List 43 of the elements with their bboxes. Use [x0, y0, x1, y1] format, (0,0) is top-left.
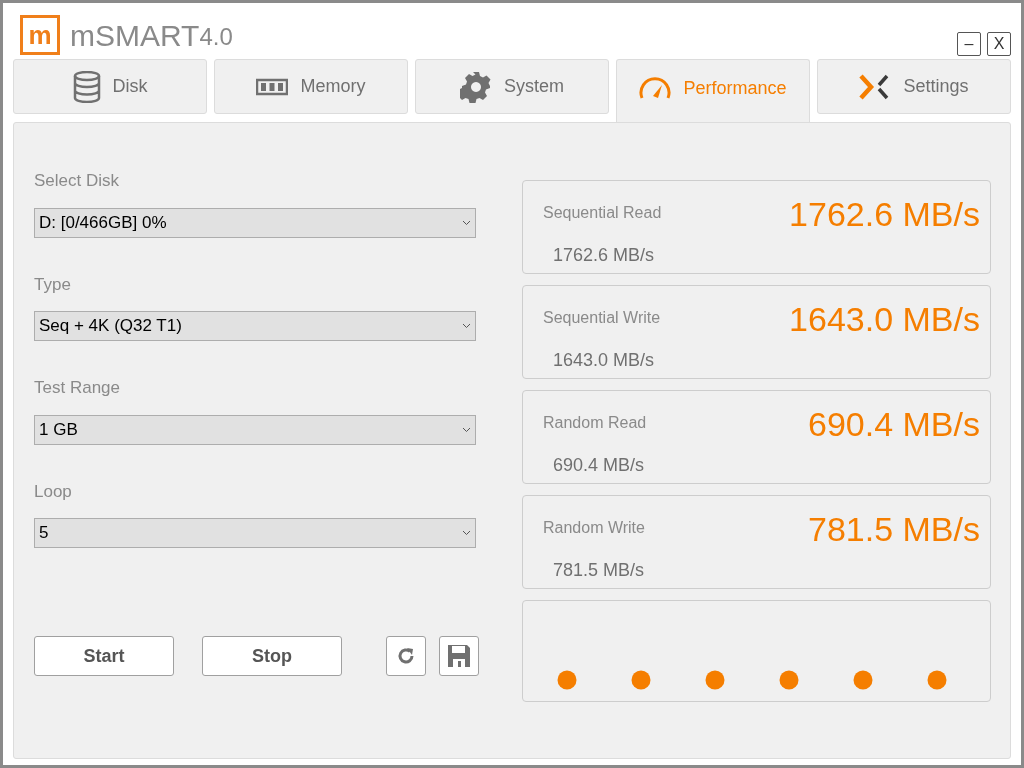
speed-value: 781.5 MB/s	[808, 509, 980, 550]
dropdown[interactable]: Seq + 4K (Q32 T1)	[34, 311, 476, 341]
speed-value: 690.4 MB/s	[808, 404, 980, 445]
minimize-button[interactable]: –	[957, 32, 981, 56]
result-label: Sequential Read	[543, 203, 662, 223]
tab[interactable]: Settings	[817, 59, 1011, 114]
tab[interactable]: Disk	[13, 59, 207, 114]
speed-reading: 690.4 MB/s	[553, 454, 645, 477]
dropdown[interactable]: 1 GB	[34, 414, 476, 445]
app-logo: m	[20, 15, 60, 55]
field-label: Select Disk	[34, 170, 121, 192]
save-icon	[447, 644, 471, 668]
chevron-down-icon	[462, 323, 471, 329]
save-button[interactable]	[439, 636, 479, 676]
chevron-down-icon	[462, 530, 471, 536]
result-label: Sequential Write	[543, 308, 661, 328]
start-button[interactable]: Start	[34, 636, 174, 676]
chevron-down-icon	[462, 426, 471, 433]
version-label: 4.0	[199, 22, 233, 52]
tab[interactable]: Memory	[214, 59, 408, 114]
speed-reading: 1643.0 MB/s	[553, 349, 655, 372]
field-label: Loop	[34, 480, 73, 503]
memory-chip-icon	[256, 77, 289, 96]
speed-reading: 781.5 MB/s	[553, 559, 645, 582]
window-title: mSMART	[70, 17, 200, 54]
speed-value: 1762.6 MB/s	[789, 194, 980, 235]
speed-reading: 1762.6 MB/s	[553, 244, 655, 267]
settings-icon	[460, 70, 492, 103]
refresh-button[interactable]	[386, 636, 426, 676]
dropdown[interactable]: D: [0/466GB] 0%	[34, 207, 476, 238]
result-label: Random Read	[543, 413, 647, 433]
chevron-down-icon	[462, 219, 471, 226]
refresh-icon	[396, 646, 416, 666]
database-icon	[72, 70, 101, 103]
close-button[interactable]: X	[987, 32, 1011, 56]
field-label: Type	[34, 273, 72, 296]
field-label: Test Range	[34, 377, 121, 399]
speed-value: 1643.0 MB/s	[789, 299, 980, 340]
stop-button[interactable]: Stop	[202, 636, 342, 676]
dropdown[interactable]: 5	[34, 518, 476, 548]
tab[interactable]: System	[415, 59, 609, 114]
result-label: Random Write	[543, 518, 645, 538]
speedometer-icon	[639, 76, 672, 100]
